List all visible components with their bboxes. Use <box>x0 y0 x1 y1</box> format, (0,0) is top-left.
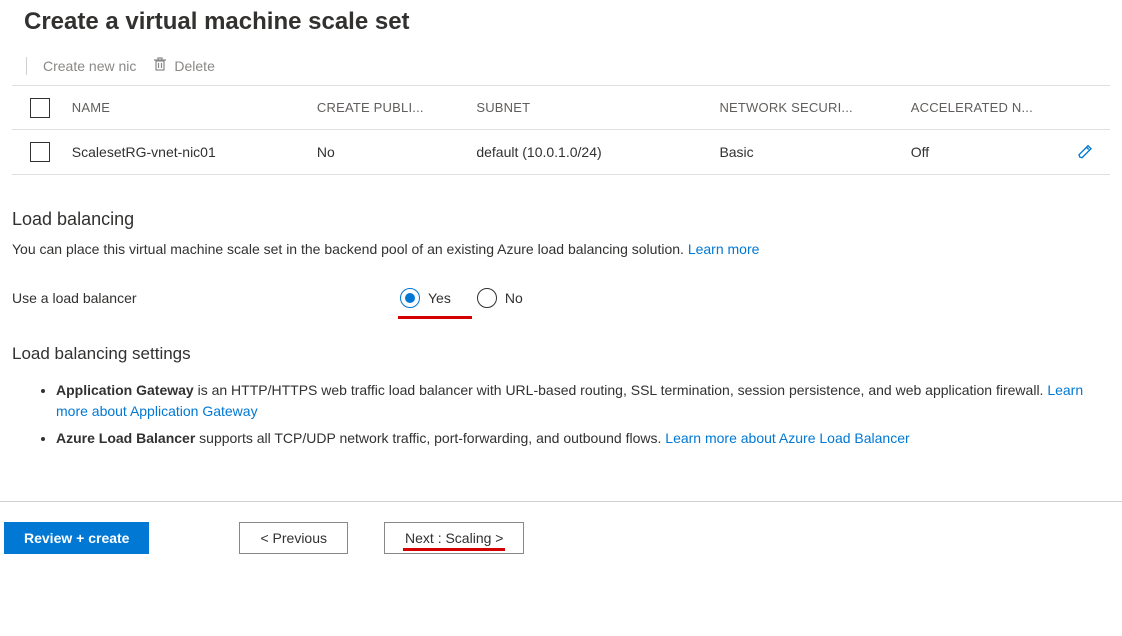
cell-create-publi: No <box>317 144 476 160</box>
radio-no[interactable]: No <box>477 288 523 308</box>
delete-nic-button[interactable]: Delete <box>152 56 214 75</box>
col-header-subnet: SUBNET <box>476 100 719 115</box>
col-header-accel: ACCELERATED N... <box>911 100 1060 115</box>
create-nic-button[interactable]: Create new nic <box>43 58 136 74</box>
app-gateway-text: is an HTTP/HTTPS web traffic load balanc… <box>194 382 1048 398</box>
azure-lb-link[interactable]: Learn more about Azure Load Balancer <box>665 430 909 446</box>
use-load-balancer-row: Use a load balancer Yes No <box>12 288 1110 308</box>
cell-name: ScalesetRG-vnet-nic01 <box>68 144 317 160</box>
cell-subnet: default (10.0.1.0/24) <box>476 144 719 160</box>
delete-icon <box>152 56 168 75</box>
radio-yes-circle <box>400 288 420 308</box>
radio-yes-label: Yes <box>428 290 451 306</box>
use-load-balancer-label: Use a load balancer <box>12 290 400 306</box>
lb-settings-list: Application Gateway is an HTTP/HTTPS web… <box>56 380 1110 449</box>
col-header-nsg: NETWORK SECURI... <box>719 100 910 115</box>
delete-label: Delete <box>174 58 214 74</box>
cell-accel: Off <box>911 144 1060 160</box>
toolbar-separator <box>26 57 27 75</box>
review-create-button[interactable]: Review + create <box>4 522 149 554</box>
row-checkbox[interactable] <box>30 142 50 162</box>
create-nic-label: Create new nic <box>43 58 136 74</box>
list-item: Azure Load Balancer supports all TCP/UDP… <box>56 428 1110 449</box>
load-balancing-heading: Load balancing <box>12 209 1110 230</box>
select-all-checkbox[interactable] <box>30 98 50 118</box>
page-title: Create a virtual machine scale set <box>12 0 1110 56</box>
next-button[interactable]: Next : Scaling > <box>384 522 524 554</box>
lb-settings-heading: Load balancing settings <box>12 344 1110 364</box>
radio-no-circle <box>477 288 497 308</box>
col-header-name: NAME <box>68 100 317 115</box>
highlight-yes <box>398 316 472 319</box>
azure-lb-text: supports all TCP/UDP network traffic, po… <box>195 430 665 446</box>
radio-yes[interactable]: Yes <box>400 288 451 308</box>
nic-table: NAME CREATE PUBLI... SUBNET NETWORK SECU… <box>12 85 1110 175</box>
use-load-balancer-radio-group: Yes No <box>400 288 523 308</box>
next-button-label: Next : Scaling > <box>405 530 503 546</box>
table-header: NAME CREATE PUBLI... SUBNET NETWORK SECU… <box>12 86 1110 130</box>
highlight-next <box>403 548 505 551</box>
load-balancing-desc: You can place this virtual machine scale… <box>12 240 1110 260</box>
cell-nsg: Basic <box>719 144 910 160</box>
radio-no-label: No <box>505 290 523 306</box>
table-row: ScalesetRG-vnet-nic01 No default (10.0.1… <box>12 130 1110 174</box>
footer: Review + create < Previous Next : Scalin… <box>0 502 1122 554</box>
col-header-create-publi: CREATE PUBLI... <box>317 100 476 115</box>
nic-toolbar: Create new nic Delete <box>12 56 1110 85</box>
azure-lb-name: Azure Load Balancer <box>56 430 195 446</box>
learn-more-link[interactable]: Learn more <box>688 241 760 257</box>
edit-icon[interactable] <box>1076 142 1094 163</box>
previous-button[interactable]: < Previous <box>239 522 348 554</box>
app-gateway-name: Application Gateway <box>56 382 194 398</box>
list-item: Application Gateway is an HTTP/HTTPS web… <box>56 380 1110 422</box>
